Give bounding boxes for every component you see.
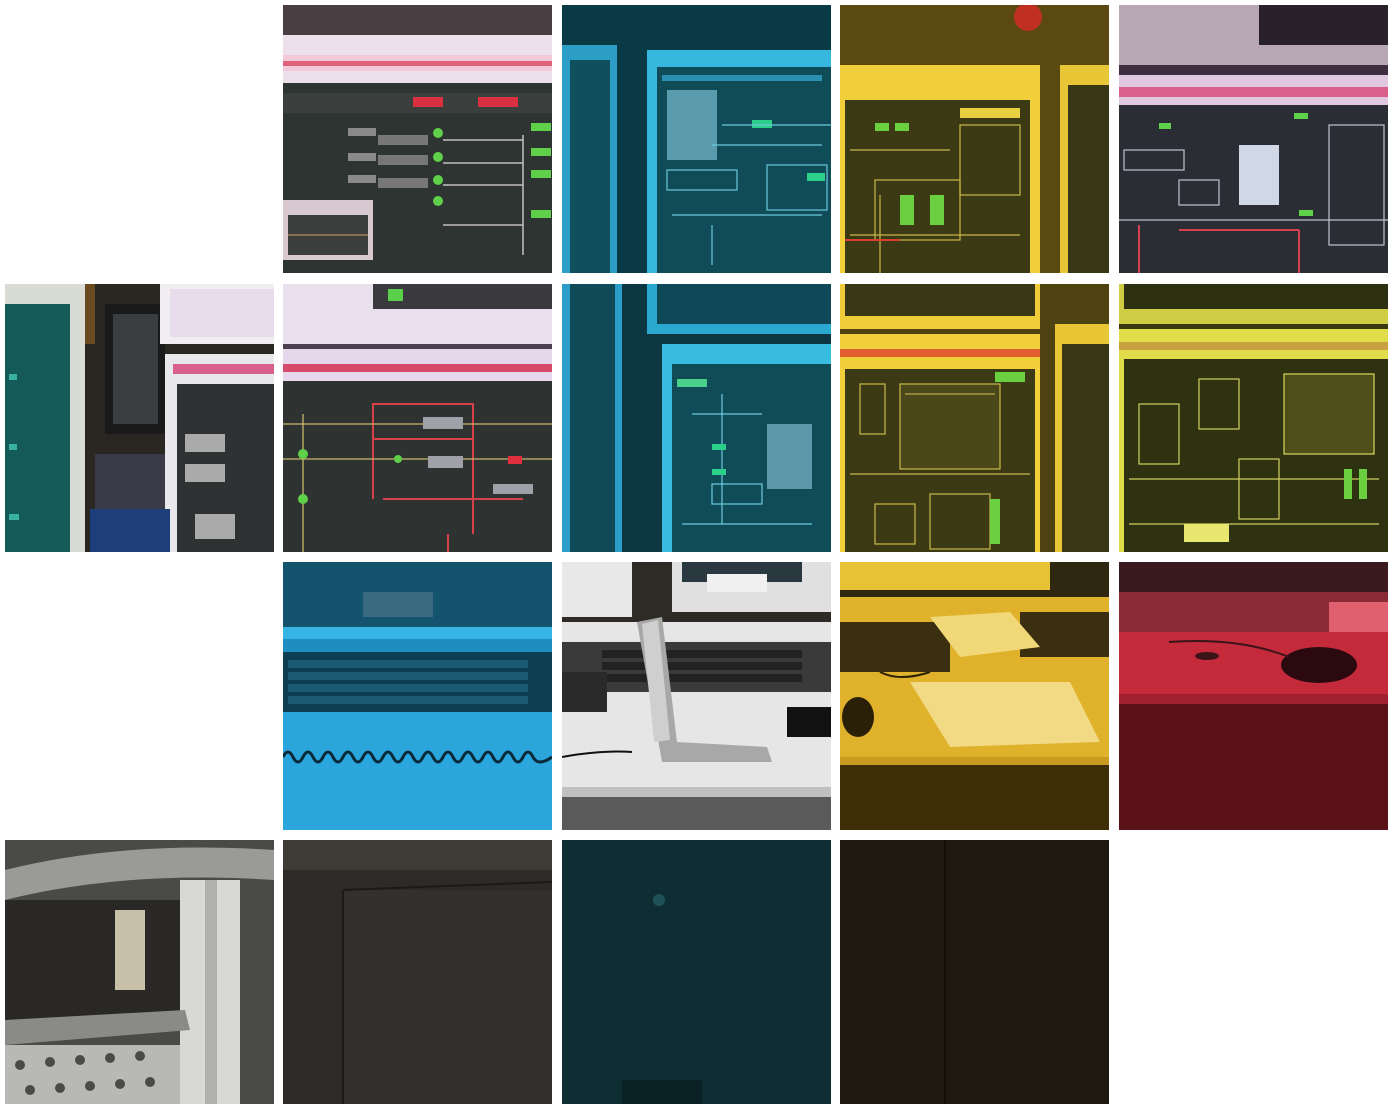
tile-keyboard-blue: [283, 562, 552, 830]
tile-cabinet-gray: [283, 840, 552, 1104]
photo-collage: [0, 0, 1400, 1104]
tile-desk-edge: [5, 840, 274, 1104]
tile-monitor-yellow: [840, 5, 1109, 273]
tile-monitor-amber: [840, 284, 1109, 552]
tile-monitor-edge-teal: [5, 284, 274, 552]
tile-mouse-desk-gold: [840, 562, 1109, 830]
tile-cabinet-dark: [840, 840, 1109, 1104]
tile-monitor-magenta: [1119, 5, 1388, 273]
tile-monitor-blue: [562, 284, 831, 552]
tile-phone-desk: [562, 562, 831, 830]
tile-monitor-violet: [283, 284, 552, 552]
tile-monitor-lime: [1119, 284, 1388, 552]
tile-monitor-cyan: [562, 5, 831, 273]
tile-cabinet-teal: [562, 840, 831, 1104]
tile-mouse-desk-red: [1119, 562, 1388, 830]
tile-monitor-pink: [283, 5, 552, 273]
